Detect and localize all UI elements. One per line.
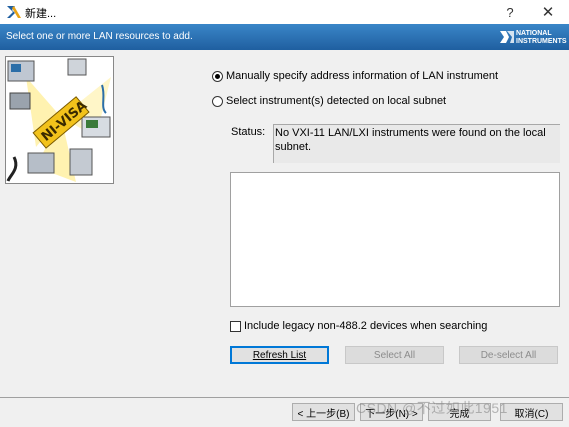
national-instruments-logo: NATIONAL INSTRUMENTS	[500, 27, 567, 47]
help-button[interactable]: ?	[492, 0, 528, 24]
wizard-body: NI-VISA Manually specify address informa…	[0, 50, 569, 397]
header-banner: Select one or more LAN resources to add.…	[0, 24, 569, 50]
detect-option[interactable]: Select instrument(s) detected on local s…	[212, 94, 446, 108]
detect-label: Select instrument(s) detected on local s…	[226, 95, 447, 107]
manual-option[interactable]: Manually specify address information of …	[212, 69, 498, 83]
instruments-illustration-art: NI-VISA	[6, 58, 111, 182]
ni-eagle-icon	[500, 31, 514, 43]
instruction-text: Select one or more LAN resources to add.	[6, 31, 193, 42]
status-box: No VXI-11 LAN/LXI instruments were found…	[273, 124, 560, 163]
close-button[interactable]: ✕	[530, 0, 566, 24]
ni-max-icon	[7, 6, 21, 18]
logo-line1: NATIONAL	[516, 30, 552, 37]
back-button[interactable]: < 上一步(B)	[292, 403, 355, 421]
manual-label: Manually specify address information of …	[226, 70, 499, 82]
refresh-list-label: Refresh List	[252, 349, 307, 361]
status-text: No VXI-11 LAN/LXI instruments were found…	[275, 127, 546, 153]
status-label: Status:	[231, 126, 266, 138]
manual-radio[interactable]	[212, 70, 223, 82]
select-all-button[interactable]: Select All	[345, 346, 444, 364]
title-bar: 新建... ? ✕	[0, 0, 569, 24]
logo-line2: INSTRUMENTS	[516, 38, 567, 45]
window-title: 新建...	[25, 8, 57, 20]
cancel-button[interactable]: 取消(C)	[500, 403, 563, 421]
instrument-list[interactable]	[230, 172, 560, 307]
watermark: CSDN @不过如此1951	[356, 400, 508, 416]
refresh-list-button[interactable]: Refresh List	[230, 346, 329, 364]
deselect-all-button[interactable]: De-select All	[459, 346, 558, 364]
detect-radio[interactable]	[212, 95, 223, 107]
legacy-checkbox[interactable]	[230, 320, 241, 332]
legacy-label: Include legacy non-488.2 devices when se…	[244, 320, 488, 332]
instruments-illustration: NI-VISA	[5, 56, 114, 184]
legacy-option[interactable]: Include legacy non-488.2 devices when se…	[230, 320, 487, 332]
